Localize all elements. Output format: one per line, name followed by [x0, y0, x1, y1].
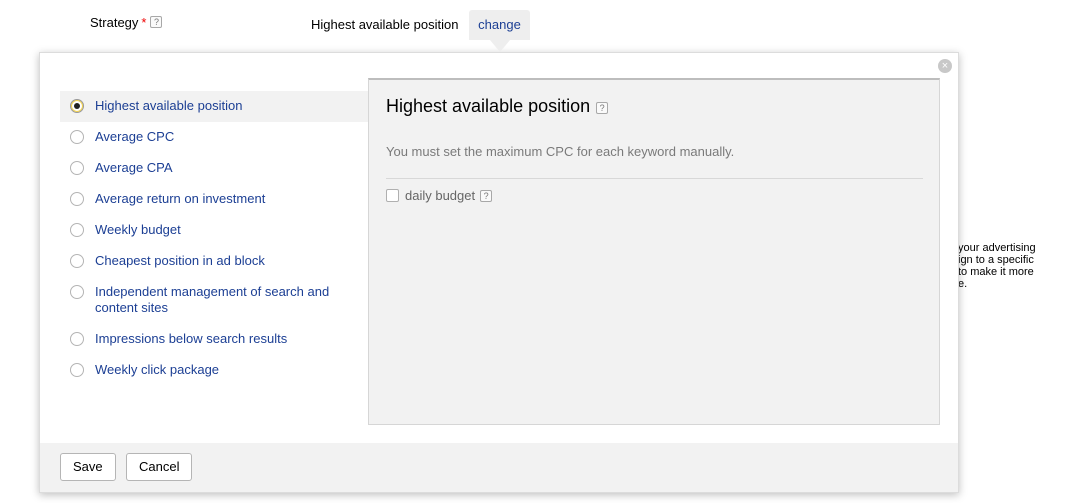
option-label: Independent management of search and con…	[95, 284, 330, 315]
option-label: Average return on investment	[95, 191, 266, 206]
help-icon[interactable]: ?	[150, 16, 163, 28]
close-icon[interactable]: ×	[938, 59, 952, 73]
popup-footer: Save Cancel	[40, 443, 958, 492]
option-label: Highest available position	[95, 98, 243, 113]
strategy-option-cheapest-position[interactable]: Cheapest position in ad block	[60, 246, 370, 277]
radio-icon[interactable]	[70, 254, 84, 268]
required-mark: *	[141, 15, 147, 30]
strategy-label-text: Strategy	[90, 15, 139, 30]
strategy-option-average-cpa[interactable]: Average CPA	[60, 153, 370, 184]
radio-icon[interactable]	[70, 161, 84, 175]
hint-line: ign to a specific	[958, 254, 1034, 266]
strategy-option-independent-management[interactable]: Independent management of search and con…	[60, 277, 370, 324]
strategy-option-average-cpc[interactable]: Average CPC	[60, 122, 370, 153]
current-strategy-value: Highest available position	[311, 17, 459, 32]
strategy-detail-panel: Highest available position? You must set…	[368, 78, 940, 425]
detail-title: Highest available position?	[386, 96, 609, 117]
save-button[interactable]: Save	[60, 453, 116, 481]
hint-line: e.	[958, 278, 968, 290]
strategy-option-impressions-below[interactable]: Impressions below search results	[60, 324, 370, 355]
cancel-button[interactable]: Cancel	[126, 453, 193, 481]
strategy-option-weekly-click-package[interactable]: Weekly click package	[60, 355, 370, 386]
radio-icon[interactable]	[70, 223, 84, 237]
strategy-label: Strategy *?	[90, 15, 163, 30]
detail-description: You must set the maximum CPC for each ke…	[386, 144, 735, 159]
daily-budget-checkbox[interactable]	[386, 189, 399, 202]
strategy-option-average-roi[interactable]: Average return on investment	[60, 184, 370, 215]
strategy-options-list: Highest available position Average CPC A…	[60, 91, 370, 386]
radio-icon[interactable]	[70, 285, 84, 299]
option-label: Average CPC	[95, 129, 175, 144]
radio-icon[interactable]	[70, 332, 84, 346]
popup-pointer-arrow	[490, 40, 510, 52]
help-icon[interactable]: ?	[596, 102, 609, 114]
option-label: Impressions below search results	[95, 331, 288, 346]
background-hint-text: your advertising ign to a specific to ma…	[958, 242, 1068, 290]
hint-line: to make it more	[958, 266, 1034, 278]
strategy-option-weekly-budget[interactable]: Weekly budget	[60, 215, 370, 246]
strategy-popup: × Highest available position Average CPC…	[39, 52, 959, 493]
strategy-option-highest-position[interactable]: Highest available position	[60, 91, 370, 122]
radio-icon[interactable]	[70, 130, 84, 144]
option-label: Weekly budget	[95, 222, 181, 237]
option-label: Weekly click package	[95, 362, 220, 377]
option-label: Cheapest position in ad block	[95, 253, 265, 268]
change-strategy-button[interactable]: change	[469, 10, 530, 40]
daily-budget-row: daily budget ?	[386, 188, 493, 203]
option-label: Average CPA	[95, 160, 173, 175]
divider	[386, 178, 923, 179]
radio-selected-icon[interactable]	[70, 99, 84, 113]
daily-budget-label[interactable]: daily budget	[405, 188, 475, 203]
detail-title-text: Highest available position	[386, 96, 591, 116]
help-icon[interactable]: ?	[480, 189, 493, 202]
radio-icon[interactable]	[70, 363, 84, 377]
hint-line: your advertising	[958, 242, 1036, 254]
radio-icon[interactable]	[70, 192, 84, 206]
